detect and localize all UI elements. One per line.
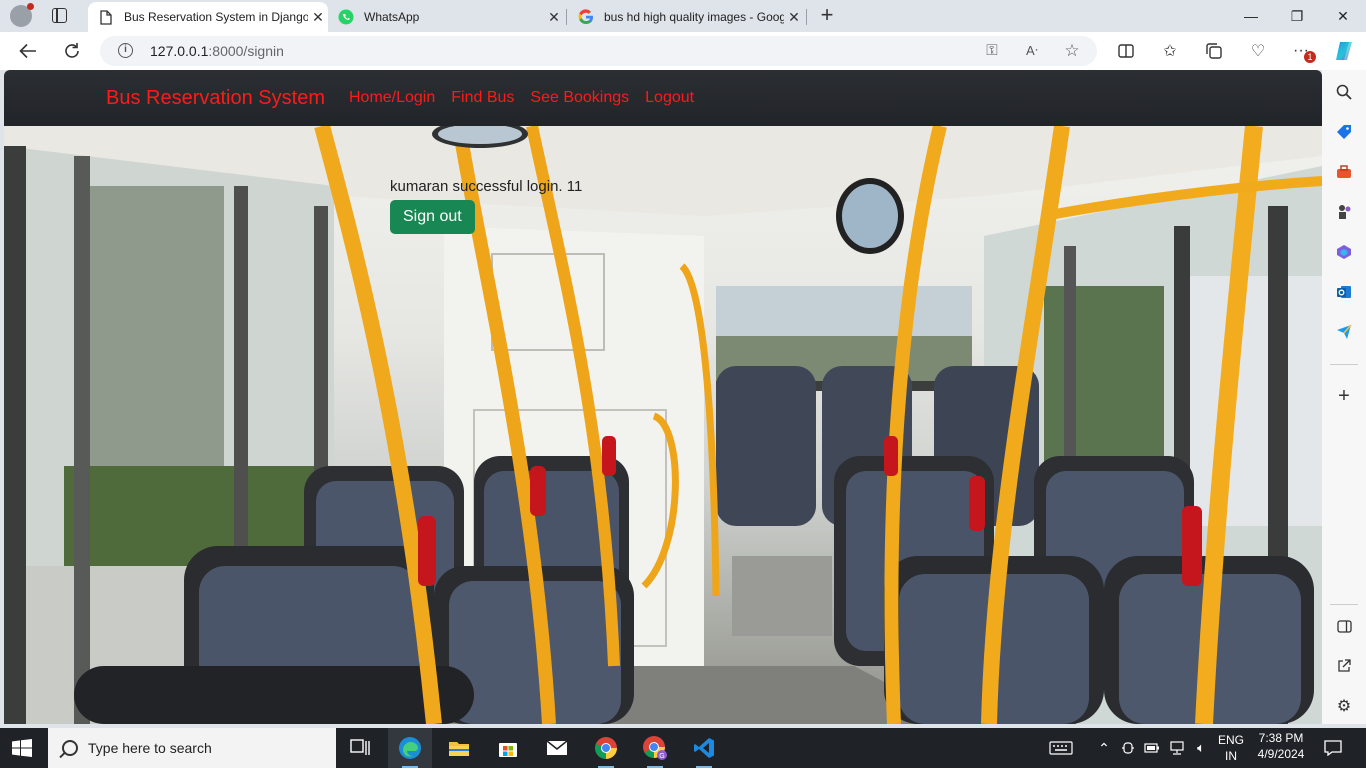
address-url[interactable]: 127.0.0.1:8000/signin <box>150 43 284 59</box>
search-icon <box>62 740 78 756</box>
taskbar-search-placeholder: Type here to search <box>88 740 212 756</box>
tab-whatsapp[interactable]: WhatsApp ✕ <box>328 2 564 32</box>
chrome-icon[interactable] <box>584 728 628 768</box>
external-link-icon[interactable] <box>1334 656 1354 676</box>
browser-tab-strip: Bus Reservation System in Django ✕ Whats… <box>0 0 1366 32</box>
add-icon[interactable]: + <box>1334 385 1354 407</box>
login-status-message: kumaran successful login. 11 <box>390 178 583 195</box>
favorites-icon[interactable]: ✩ <box>1157 38 1183 64</box>
tab-separator <box>566 9 567 25</box>
keyboard-icon[interactable] <box>1044 728 1078 768</box>
mail-icon[interactable] <box>535 728 579 768</box>
notification-center-icon[interactable] <box>1320 728 1346 768</box>
url-host: 127.0.0.1 <box>150 43 209 59</box>
new-tab-button[interactable]: + <box>815 3 839 27</box>
back-button[interactable] <box>15 38 41 64</box>
sign-out-button[interactable]: Sign out <box>390 200 475 234</box>
region-code: IN <box>1225 749 1237 763</box>
nav-find-bus[interactable]: Find Bus <box>451 89 514 107</box>
page-icon <box>98 9 114 25</box>
whatsapp-icon <box>338 9 354 25</box>
nav-logout[interactable]: Logout <box>645 89 694 107</box>
profile-avatar-icon[interactable] <box>10 3 34 27</box>
tools-briefcase-icon[interactable] <box>1334 162 1354 182</box>
tab-separator <box>806 9 807 25</box>
tab-title: Bus Reservation System in Django <box>124 10 308 24</box>
battery-icon[interactable] <box>1142 728 1162 768</box>
windows-start-icon[interactable] <box>12 739 32 757</box>
read-aloud-icon[interactable]: Aᐧ <box>1022 41 1042 61</box>
svg-text:G: G <box>659 753 664 760</box>
page-viewport: Bus Reservation System Home/Login Find B… <box>4 70 1322 724</box>
tab-title: WhatsApp <box>364 10 420 24</box>
network-icon[interactable] <box>1166 728 1188 768</box>
restore-button[interactable]: ❐ <box>1274 0 1320 32</box>
taskbar-search[interactable]: Type here to search <box>48 728 336 768</box>
tab-close-icon[interactable]: ✕ <box>784 9 804 26</box>
clock-time: 7:38 PM <box>1258 731 1304 745</box>
split-screen-icon[interactable] <box>1113 38 1139 64</box>
search-icon[interactable] <box>1334 82 1354 102</box>
tab-actions-icon[interactable] <box>52 8 67 23</box>
send-paper-plane-icon[interactable] <box>1334 322 1354 342</box>
games-chess-icon[interactable] <box>1334 202 1354 222</box>
refresh-button[interactable] <box>59 38 85 64</box>
copilot-icon[interactable] <box>1331 38 1357 64</box>
main-content: kumaran successful login. 11 Sign out <box>390 178 582 234</box>
task-view-icon[interactable] <box>338 728 382 768</box>
address-bar[interactable]: i 127.0.0.1:8000/signin ⚿ Aᐧ ☆ <box>100 36 1097 66</box>
favorite-star-icon[interactable]: ☆ <box>1062 41 1082 61</box>
site-brand[interactable]: Bus Reservation System <box>106 87 325 110</box>
url-path: :8000/signin <box>208 43 284 59</box>
browser-toolbar: i 127.0.0.1:8000/signin ⚿ Aᐧ ☆ ✩ ♡ ··· 1 <box>0 32 1366 70</box>
windows-taskbar: Type here to search G ⌃ 🔈︎ ENG IN 7:38 P… <box>0 728 1366 768</box>
tab-title: bus hd high quality images - Google <box>604 10 784 24</box>
bus-interior-illustration <box>4 126 1322 724</box>
browser-essentials-icon[interactable]: ♡ <box>1245 38 1271 64</box>
sidebar-divider <box>1330 604 1358 605</box>
tab-close-icon[interactable]: ✕ <box>308 9 328 26</box>
edge-taskbar-icon[interactable] <box>388 728 432 768</box>
sidebar-divider <box>1330 364 1358 365</box>
bus-interior-background: kumaran successful login. 11 Sign out <box>4 126 1322 724</box>
tab-close-icon[interactable]: ✕ <box>544 9 564 26</box>
clock-date: 4/9/2024 <box>1257 747 1305 761</box>
tab-bus-reservation[interactable]: Bus Reservation System in Django ✕ <box>88 2 328 32</box>
nav-see-bookings[interactable]: See Bookings <box>530 89 629 107</box>
microsoft-365-icon[interactable] <box>1334 242 1354 262</box>
collections-icon[interactable] <box>1201 38 1227 64</box>
hide-sidebar-icon[interactable] <box>1334 616 1354 636</box>
edge-sidebar: + ⚙ <box>1322 70 1366 724</box>
gear-icon[interactable]: ⚙ <box>1334 696 1354 716</box>
nav-home-login[interactable]: Home/Login <box>349 89 435 107</box>
key-icon[interactable]: ⚿ <box>982 41 1002 61</box>
show-hidden-icons-chevron-icon[interactable]: ⌃ <box>1094 728 1114 768</box>
language-code: ENG <box>1217 733 1244 747</box>
site-info-icon[interactable]: i <box>118 43 133 58</box>
chrome-profile-icon[interactable]: G <box>633 728 677 768</box>
minimize-button[interactable]: — <box>1228 0 1274 32</box>
outlook-icon[interactable] <box>1334 282 1354 302</box>
notification-badge: 1 <box>1304 51 1316 63</box>
clock[interactable]: 7:38 PM 4/9/2024 <box>1250 730 1312 762</box>
tab-google-images[interactable]: bus hd high quality images - Google ✕ <box>568 2 804 32</box>
volume-icon[interactable]: 🔈︎ <box>1190 728 1212 768</box>
close-window-button[interactable]: ✕ <box>1320 0 1366 32</box>
language-indicator[interactable]: ENG IN <box>1214 732 1248 764</box>
shopping-tag-icon[interactable] <box>1334 122 1354 142</box>
site-navbar: Bus Reservation System Home/Login Find B… <box>4 70 1322 126</box>
file-explorer-icon[interactable] <box>437 728 481 768</box>
vscode-icon[interactable] <box>682 728 726 768</box>
microsoft-store-icon[interactable] <box>486 728 530 768</box>
meet-now-icon[interactable] <box>1118 728 1138 768</box>
google-icon <box>578 9 594 25</box>
